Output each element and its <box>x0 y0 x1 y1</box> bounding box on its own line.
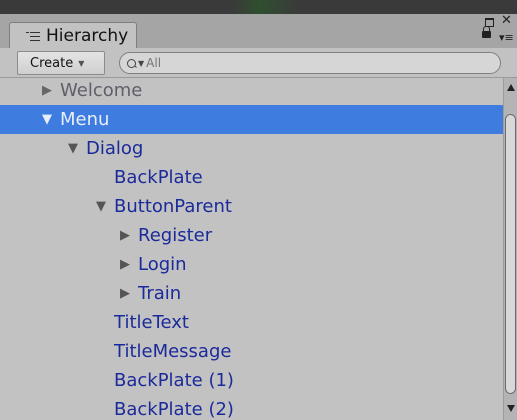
collapsed-arrow-icon[interactable]: ▶ <box>120 286 138 301</box>
hierarchy-tree: ▶ Welcome ▼ Menu ▼ Dialog BackPlate ▼ ButtonPare… <box>0 78 503 420</box>
vertical-scrollbar[interactable] <box>503 78 517 420</box>
scroll-down-icon[interactable] <box>507 405 515 412</box>
tree-item-label: Menu <box>60 109 110 130</box>
tree-item-label: BackPlate (2) <box>114 399 234 420</box>
tree-item[interactable]: ▶ Train <box>0 279 503 308</box>
window-controls: ✕ ▾≡ <box>477 14 517 48</box>
tree-item-label: Register <box>138 225 213 246</box>
search-icon[interactable]: ▼ <box>127 58 144 68</box>
collapsed-arrow-icon[interactable]: ▶ <box>42 83 60 98</box>
hierarchy-list-icon <box>26 31 40 41</box>
tree-item-label: Login <box>138 254 187 275</box>
tree-item[interactable]: BackPlate (2) <box>0 395 503 420</box>
expanded-arrow-icon[interactable]: ▼ <box>68 141 86 156</box>
tree-item[interactable]: TitleMessage <box>0 337 503 366</box>
tree-item[interactable]: ▶ Register <box>0 221 503 250</box>
tree-item[interactable]: ▼ ButtonParent <box>0 192 503 221</box>
lock-icon[interactable] <box>482 26 491 38</box>
tab-label: Hierarchy <box>46 25 129 46</box>
expanded-arrow-icon[interactable]: ▼ <box>42 112 60 127</box>
panel-menu-icon[interactable]: ▾≡ <box>499 32 514 44</box>
tree-item[interactable]: ▶ Login <box>0 250 503 279</box>
hierarchy-toolbar: Create ▼ ▼ <box>0 48 517 78</box>
scroll-up-icon[interactable] <box>507 84 515 91</box>
scrollbar-thumb[interactable] <box>505 114 516 394</box>
tree-item[interactable]: ▶ Welcome <box>0 78 503 105</box>
create-button-label: Create <box>30 55 74 71</box>
expanded-arrow-icon[interactable]: ▼ <box>96 199 114 214</box>
tree-item[interactable]: TitleText <box>0 308 503 337</box>
window-top-strip <box>0 0 517 14</box>
close-icon[interactable]: ✕ <box>501 14 512 28</box>
tree-item[interactable]: BackPlate (1) <box>0 366 503 395</box>
tree-item[interactable]: ▼ Menu <box>0 105 503 134</box>
chevron-down-icon: ▼ <box>78 58 85 68</box>
tree-item-label: BackPlate <box>114 167 203 188</box>
tree-item[interactable]: BackPlate <box>0 163 503 192</box>
tab-hierarchy[interactable]: Hierarchy <box>9 22 137 48</box>
tree-item-label: Dialog <box>86 138 144 159</box>
tree-item-label: Welcome <box>60 80 143 101</box>
tree-item-label: BackPlate (1) <box>114 370 234 391</box>
create-button[interactable]: Create ▼ <box>17 51 105 75</box>
tab-bar: Hierarchy <box>0 14 517 48</box>
collapsed-arrow-icon[interactable]: ▶ <box>120 228 138 243</box>
tree-item-label: Train <box>138 283 182 304</box>
collapsed-arrow-icon[interactable]: ▶ <box>120 257 138 272</box>
tree-item-label: TitleText <box>114 312 189 333</box>
tree-item-label: TitleMessage <box>114 341 232 362</box>
search-field[interactable]: ▼ <box>119 52 501 74</box>
tree-item[interactable]: ▼ Dialog <box>0 134 503 163</box>
tree-item-label: ButtonParent <box>114 196 232 217</box>
search-input[interactable] <box>146 56 447 70</box>
